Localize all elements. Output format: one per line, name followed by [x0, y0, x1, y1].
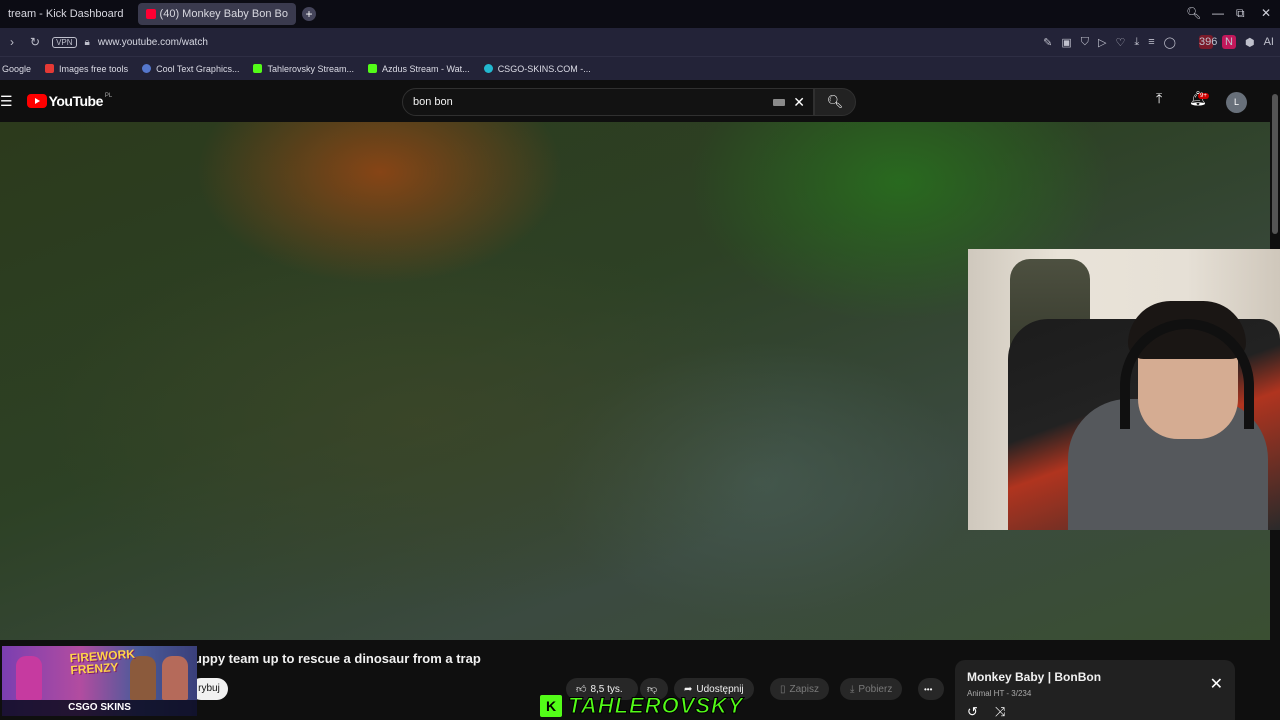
- ad-figure: [16, 656, 42, 700]
- bookmark-google[interactable]: Google: [2, 64, 31, 74]
- youtube-header: ☰ YouTube PL ✕ 🔍︎ ⤒ 🔔︎ 9+ L: [0, 80, 1270, 122]
- avatar[interactable]: L: [1226, 92, 1247, 113]
- tab-label: (40) Monkey Baby Bon Bo: [159, 8, 288, 20]
- stream-name-overlay: K TAHLEROVSKY: [540, 693, 744, 718]
- bookmarks-bar: Google Images free tools Cool Text Graph…: [0, 56, 1280, 80]
- hamburger-menu-icon[interactable]: ☰: [0, 93, 13, 110]
- bookmark-tahlerovsky[interactable]: Tahlerovsky Stream...: [253, 64, 354, 74]
- kick-icon: [367, 64, 377, 73]
- bookmark-icon: [483, 64, 493, 73]
- ad-brand: CSGO SKINS: [2, 700, 197, 716]
- download-icon[interactable]: ⤓: [1134, 36, 1139, 49]
- address-bar: › ↻ VPN 🔒︎ www.youtube.com/watch ✎ ▣ ⛉ ▷…: [0, 28, 1280, 56]
- tab-kick-dashboard[interactable]: tream - Kick Dashboard: [0, 3, 132, 25]
- extension-badge-icon[interactable]: 396: [1198, 35, 1217, 49]
- video-title: uppy team up to rescue a dinosaur from a…: [194, 651, 481, 666]
- download-label: Pobierz: [858, 683, 893, 695]
- save-button[interactable]: ▯ Zapisz: [770, 678, 829, 700]
- forward-icon[interactable]: ›: [10, 35, 14, 49]
- search-tabs-icon[interactable]: 🔍︎: [1186, 6, 1201, 20]
- camera-icon[interactable]: ▣: [1061, 36, 1071, 49]
- ad-title-line: FRENZY: [70, 659, 119, 678]
- region-label: PL: [104, 93, 113, 99]
- shuffle-icon[interactable]: ⤨: [995, 704, 1005, 720]
- restore-icon[interactable]: ⧉: [1236, 6, 1245, 21]
- ad-figure: [162, 656, 188, 700]
- mini-player-title: Monkey Baby | BonBon: [967, 670, 1102, 684]
- keyboard-icon[interactable]: [773, 99, 785, 106]
- extension-n-icon[interactable]: N: [1221, 35, 1236, 49]
- upload-icon[interactable]: ⤒: [1156, 90, 1162, 107]
- bookmark-csgo-skins[interactable]: CSGO-SKINS.COM -...: [483, 63, 591, 74]
- new-tab-button[interactable]: +: [301, 7, 316, 21]
- tab-youtube[interactable]: (40) Monkey Baby Bon Bo: [137, 3, 296, 25]
- bookmark-icon: [142, 64, 152, 73]
- close-icon[interactable]: ✕: [1210, 674, 1223, 694]
- logo-text: YouTube: [48, 93, 104, 109]
- more-actions-button[interactable]: •••: [918, 678, 944, 700]
- bookmark-cool-text[interactable]: Cool Text Graphics...: [142, 64, 239, 74]
- url-field[interactable]: www.youtube.com/watch: [98, 37, 208, 48]
- kick-logo-icon: K: [540, 695, 562, 717]
- streamer-name: TAHLEROVSKY: [568, 693, 744, 718]
- download-button[interactable]: ⤓ Pobierz: [840, 678, 903, 700]
- kick-icon: [253, 64, 263, 73]
- bookmark-icon: ▯: [780, 683, 786, 695]
- search-box: ✕: [402, 88, 814, 116]
- csgo-skins-ad[interactable]: FIREWORK FRENZY CSGO SKINS: [2, 646, 197, 716]
- bookmark-label: Google: [2, 63, 32, 74]
- tab-label: tream - Kick Dashboard: [8, 8, 124, 20]
- bookmark-label: Azdus Stream - Wat...: [381, 63, 470, 74]
- bookmark-icon: [45, 64, 55, 73]
- heart-icon[interactable]: ♡: [1116, 36, 1126, 49]
- browser-tab-bar: tream - Kick Dashboard (40) Monkey Baby …: [0, 0, 1280, 28]
- youtube-favicon-icon: [145, 9, 156, 19]
- shield-icon[interactable]: ⛉: [1081, 36, 1089, 49]
- bookmark-azdus[interactable]: Azdus Stream - Wat...: [367, 63, 470, 74]
- search-input[interactable]: [413, 96, 763, 108]
- notification-count-badge: 9+: [1198, 93, 1209, 99]
- toolbar-icons: ✎ ▣ ⛉ ▷ ♡ ⤓ ≡ ◯ 396 N ⬢ AI: [1043, 28, 1280, 56]
- menu-icon[interactable]: ≡: [1148, 36, 1154, 48]
- vpn-badge[interactable]: VPN: [52, 36, 77, 48]
- webcam-overlay: [968, 249, 1280, 530]
- mini-player-subtitle: Animal HT - 3/234: [967, 689, 1032, 698]
- bookmark-label: Images free tools: [59, 63, 129, 74]
- minimize-icon[interactable]: —: [1212, 6, 1224, 20]
- clear-search-icon[interactable]: ✕: [793, 94, 805, 111]
- bookmark-label: Cool Text Graphics...: [156, 63, 240, 74]
- bookmark-label: CSGO-SKINS.COM -...: [497, 63, 591, 74]
- loop-icon[interactable]: ↺: [967, 704, 978, 720]
- search-icon: 🔍︎: [826, 94, 844, 109]
- search-button[interactable]: 🔍︎: [814, 88, 856, 116]
- profile-icon[interactable]: ◯: [1164, 36, 1176, 49]
- reload-icon[interactable]: ↻: [30, 35, 40, 49]
- download-icon: ⤓: [850, 683, 855, 695]
- ad-title: FIREWORK FRENZY: [69, 647, 136, 678]
- youtube-play-icon: [26, 94, 47, 108]
- bookmark-images-free-tools[interactable]: Images free tools: [45, 64, 128, 74]
- save-label: Zapisz: [789, 683, 819, 695]
- bookmark-label: Tahlerovsky Stream...: [267, 63, 354, 74]
- scrollbar-thumb[interactable]: [1272, 94, 1278, 234]
- close-window-icon[interactable]: ✕: [1261, 6, 1271, 20]
- youtube-logo[interactable]: YouTube PL: [26, 93, 113, 109]
- edit-icon[interactable]: ✎: [1043, 36, 1052, 49]
- extensions-icon[interactable]: ⬢: [1245, 36, 1255, 49]
- play-icon[interactable]: ▷: [1098, 36, 1106, 49]
- mini-player[interactable]: Monkey Baby | BonBon Animal HT - 3/234 ✕…: [955, 660, 1235, 720]
- lock-icon: 🔒︎: [84, 36, 90, 48]
- ai-icon[interactable]: AI: [1264, 36, 1274, 48]
